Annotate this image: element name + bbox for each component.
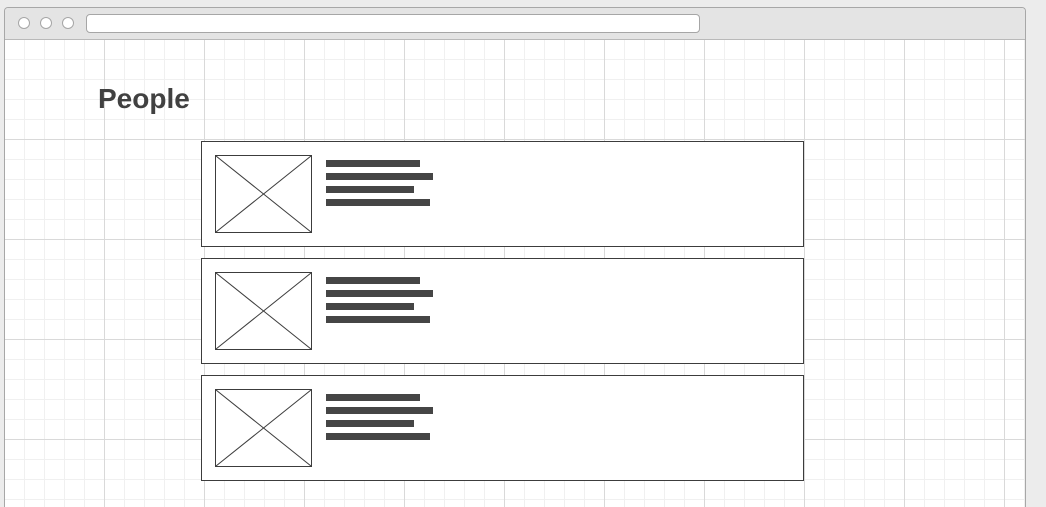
window-minimize-button[interactable] xyxy=(40,17,52,29)
text-placeholder-line xyxy=(326,316,430,323)
text-placeholder-lines xyxy=(326,394,433,446)
image-placeholder-icon xyxy=(215,272,312,350)
text-placeholder-line xyxy=(326,160,420,167)
image-placeholder-icon xyxy=(215,389,312,467)
text-placeholder-lines xyxy=(326,160,433,212)
text-placeholder-line xyxy=(326,199,430,206)
text-placeholder-line xyxy=(326,433,430,440)
text-placeholder-lines xyxy=(326,277,433,329)
text-placeholder-line xyxy=(326,173,433,180)
text-placeholder-line xyxy=(326,407,433,414)
text-placeholder-line xyxy=(326,290,433,297)
text-placeholder-line xyxy=(326,420,414,427)
text-placeholder-line xyxy=(326,186,414,193)
window-close-button[interactable] xyxy=(18,17,30,29)
page-viewport: People xyxy=(5,40,1025,507)
address-bar-input[interactable] xyxy=(86,14,700,33)
text-placeholder-line xyxy=(326,394,420,401)
person-card[interactable] xyxy=(201,375,804,481)
image-placeholder-icon xyxy=(215,155,312,233)
person-card[interactable] xyxy=(201,258,804,364)
browser-window: People xyxy=(4,7,1026,507)
person-card[interactable] xyxy=(201,141,804,247)
text-placeholder-line xyxy=(326,303,414,310)
browser-toolbar xyxy=(5,8,1025,40)
window-maximize-button[interactable] xyxy=(62,17,74,29)
text-placeholder-line xyxy=(326,277,420,284)
page-title: People xyxy=(98,83,190,114)
people-list xyxy=(201,141,804,481)
